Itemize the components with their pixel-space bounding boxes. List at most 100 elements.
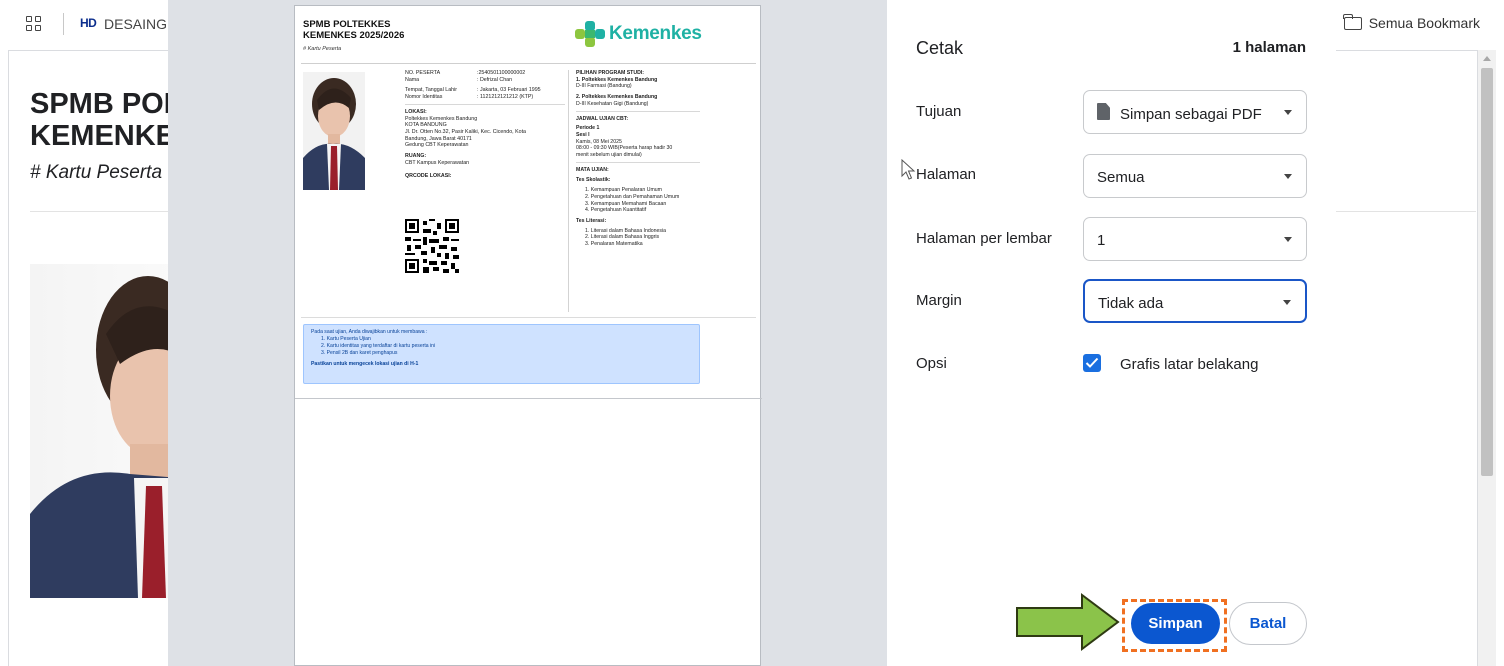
chevron-down-icon xyxy=(1284,237,1292,242)
chevron-down-icon xyxy=(1283,300,1291,305)
pages-per-sheet-label: Halaman per lembar xyxy=(916,230,1052,247)
margin-select[interactable]: Tidak ada xyxy=(1083,279,1307,323)
program-2-sub: D-III Kesehatan Gigi (Bandung) xyxy=(576,100,649,107)
card-divider xyxy=(301,63,756,64)
margin-label: Margin xyxy=(916,292,962,309)
pages-per-sheet-value: 1 xyxy=(1097,232,1106,249)
scroll-up-arrow-icon[interactable] xyxy=(1483,56,1491,61)
chevron-down-icon xyxy=(1284,174,1292,179)
card-identity-column: NO. PESERTA :2540501100000002 Nama : Defri… xyxy=(405,70,565,180)
field-label: NO. PESERTA xyxy=(405,70,441,76)
green-arrow-annotation xyxy=(1016,593,1120,651)
field-value: :2540501100000002 xyxy=(477,70,526,76)
mini-divider xyxy=(405,103,565,105)
print-dialog-title: Cetak xyxy=(916,38,964,58)
periode-label: Periode 1 xyxy=(576,125,600,132)
field-value: : Defrizal Chan xyxy=(477,76,513,83)
jadwal-label: JADWAL UJIAN CBT: xyxy=(576,115,629,122)
waktu-text: 08:00 - 09:30 WIB(Peserta harap hadir 30 xyxy=(576,145,673,152)
destination-value: Simpan sebagai PDF xyxy=(1120,106,1262,123)
destination-label: Tujuan xyxy=(916,103,962,120)
options-label: Opsi xyxy=(916,355,947,372)
print-settings-panel: Cetak 1 halaman Tujuan Simpan sebagai PD… xyxy=(887,0,1336,666)
apps-grid-icon[interactable] xyxy=(26,16,42,32)
card-column-divider xyxy=(568,70,569,312)
print-preview-area[interactable]: SPMB POLTEKKES KEMENKES 2025/2026 # Kart… xyxy=(168,0,887,666)
notice-item: 2. Kartu identitas yang terdaftar di kar… xyxy=(321,342,436,349)
lokasi-label: LOKASI: xyxy=(405,108,427,115)
card-notice-box: Pada saat ujian, Anda diwajibkan untuk m… xyxy=(303,324,700,384)
pages-label: Halaman xyxy=(916,166,977,183)
cancel-button[interactable]: Batal xyxy=(1229,602,1307,645)
lokasi-line: Gedung CBT Keperawatan xyxy=(405,142,469,149)
ruang-value: CBT Kampus Keperawatan xyxy=(405,159,470,166)
program-1-sub: D-III Farmasi (Bandung) xyxy=(576,83,632,90)
folder-icon xyxy=(1343,13,1362,30)
page-scrollbar[interactable] xyxy=(1478,50,1496,666)
lokasi-line: Poltekkes Kemenkes Bandung xyxy=(405,115,478,122)
mini-divider xyxy=(576,110,700,112)
notice-item: 1. Kartu Peserta Ujian xyxy=(321,335,371,342)
tanggal-text: Kamis, 08 Mei 2025 xyxy=(576,138,622,145)
all-bookmarks-button[interactable]: Semua Bookmark xyxy=(1343,13,1480,31)
card-title: SPMB POLTEKKES KEMENKES 2025/2026 xyxy=(303,19,404,41)
sesi-label: Sesi I xyxy=(576,131,590,138)
scrollbar-thumb[interactable] xyxy=(1481,68,1493,476)
toolbar-separator xyxy=(63,13,64,35)
participant-photo xyxy=(30,264,180,598)
pages-select[interactable]: Semua xyxy=(1083,154,1307,198)
skolastik-item: 3. Kemampuan Memahami Bacaan xyxy=(585,200,667,207)
card-divider xyxy=(301,317,756,318)
notice-item: 3. Pensil 2B dan karet penghapus xyxy=(321,349,398,356)
card-title-line-2: KEMENKES 2025/2026 xyxy=(303,30,405,41)
destination-select[interactable]: Simpan sebagai PDF xyxy=(1083,90,1307,134)
save-button[interactable]: Simpan xyxy=(1131,603,1220,644)
program-2-title: 2. Poltekkes Kemenkes Bandung xyxy=(576,94,658,101)
notice-emphasis: Pastikan untuk mengecek lokasi ujian di … xyxy=(311,360,419,367)
field-row: Nomor Identitas: 1121212121212 (KTP) xyxy=(405,94,565,101)
qrcode-image xyxy=(405,219,459,273)
ruang-label: RUANG: xyxy=(405,153,427,160)
lokasi-line: Bandung, Jawa Barat 40171 xyxy=(405,135,472,142)
literasi-label: Tes Literasi: xyxy=(576,217,607,224)
pages-value: Semua xyxy=(1097,169,1145,186)
checkmark-icon xyxy=(1085,357,1099,368)
field-row: Nama : Defrizal Chan xyxy=(405,77,565,84)
site-logo[interactable]: HD xyxy=(80,16,97,30)
page-count: 1 halaman xyxy=(1232,39,1306,56)
skolastik-item: 2. Pengetahuan dan Pemahaman Umum xyxy=(585,193,680,200)
skolastik-label: Tes Skolastik: xyxy=(576,177,611,184)
program-1-title: 1. Poltekkes Kemenkes Bandung xyxy=(576,76,658,83)
field-row: Tempat, Tanggal Lahir : Jakarta, 03 Febru… xyxy=(405,87,565,94)
skolastik-item: 4. Pengetahuan Kuantitatif xyxy=(585,207,647,214)
mouse-cursor-icon xyxy=(901,159,916,180)
background-graphics-checkbox[interactable] xyxy=(1083,354,1101,372)
kemenkes-logo: Kemenkes xyxy=(575,21,702,47)
field-value: : Jakarta, 03 Februari 1995 xyxy=(477,87,541,94)
field-label: Tempat, Tanggal Lahir xyxy=(405,87,458,94)
mata-ujian-label: MATA UJIAN: xyxy=(576,166,609,173)
waktu-text: menit sebelum ujian dimulai) xyxy=(576,152,642,159)
kemenkes-logo-text: Kemenkes xyxy=(609,23,702,44)
pages-per-sheet-select[interactable]: 1 xyxy=(1083,217,1307,261)
literasi-item: 2. Literasi dalam Bahasa Inggris xyxy=(585,234,660,241)
background-page-subtitle: # Kartu Peserta xyxy=(30,162,163,183)
all-bookmarks-label: Semua Bookmark xyxy=(1368,15,1480,31)
literasi-item: 3. Penalaran Matematika xyxy=(585,241,643,248)
literasi-item: 1. Literasi dalam Bahasa Indonesia xyxy=(585,227,667,234)
background-graphics-label: Grafis latar belakang xyxy=(1120,356,1259,373)
preview-sheet: SPMB POLTEKKES KEMENKES 2025/2026 # Kart… xyxy=(294,5,762,666)
page-fold-line xyxy=(295,398,762,399)
bookmark-site-label[interactable]: DESAINGR xyxy=(104,16,177,32)
lokasi-line: KOTA BANDUNG xyxy=(405,122,447,129)
margin-value: Tidak ada xyxy=(1098,295,1164,312)
chevron-down-icon xyxy=(1284,110,1292,115)
field-label: Nomor Identitas xyxy=(405,94,443,101)
card-photo xyxy=(303,72,365,190)
program-label: PILIHAN PROGRAM STUDI: xyxy=(576,70,645,76)
lokasi-line: Jl. Dr. Otten No.32, Pasir Kaliki, Kec. … xyxy=(405,128,526,135)
notice-intro: Pada saat ujian, Anda diwajibkan untuk m… xyxy=(311,329,428,335)
card-schedule-column: PILIHAN PROGRAM STUDI: 1. Poltekkes Keme… xyxy=(576,70,706,248)
kemenkes-logo-icon xyxy=(575,21,605,47)
field-label: Nama xyxy=(405,76,420,83)
